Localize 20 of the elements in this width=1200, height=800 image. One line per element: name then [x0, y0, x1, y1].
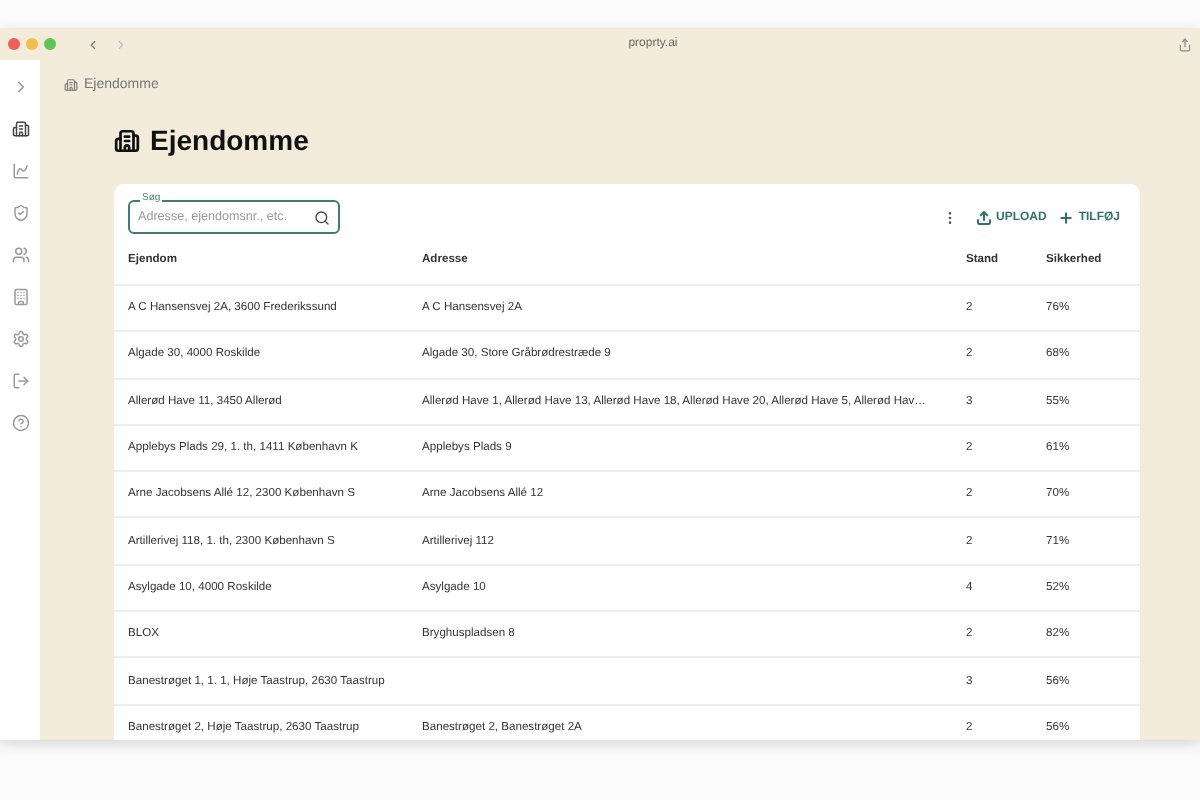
settings-icon: [11, 329, 29, 347]
buildings-icon: [64, 77, 78, 91]
buildings-icon: [114, 127, 140, 153]
chart-icon: [11, 161, 29, 179]
building-icon: [11, 287, 29, 305]
shield-icon: [11, 203, 29, 221]
page-title: Ejendomme: [150, 124, 309, 156]
share-icon[interactable]: [1178, 37, 1192, 51]
forward-icon[interactable]: [114, 37, 128, 51]
plus-icon: [1058, 209, 1075, 225]
help-icon: [11, 413, 29, 431]
logout-icon: [11, 371, 29, 389]
people-icon: [11, 245, 29, 263]
buildings-icon: [11, 119, 29, 137]
zoom-dot[interactable]: [44, 38, 56, 50]
minimize-dot[interactable]: [26, 38, 38, 50]
upload-icon: [975, 209, 992, 225]
search-icon: [314, 209, 330, 225]
close-dot[interactable]: [8, 38, 20, 50]
back-icon[interactable]: [86, 37, 100, 51]
